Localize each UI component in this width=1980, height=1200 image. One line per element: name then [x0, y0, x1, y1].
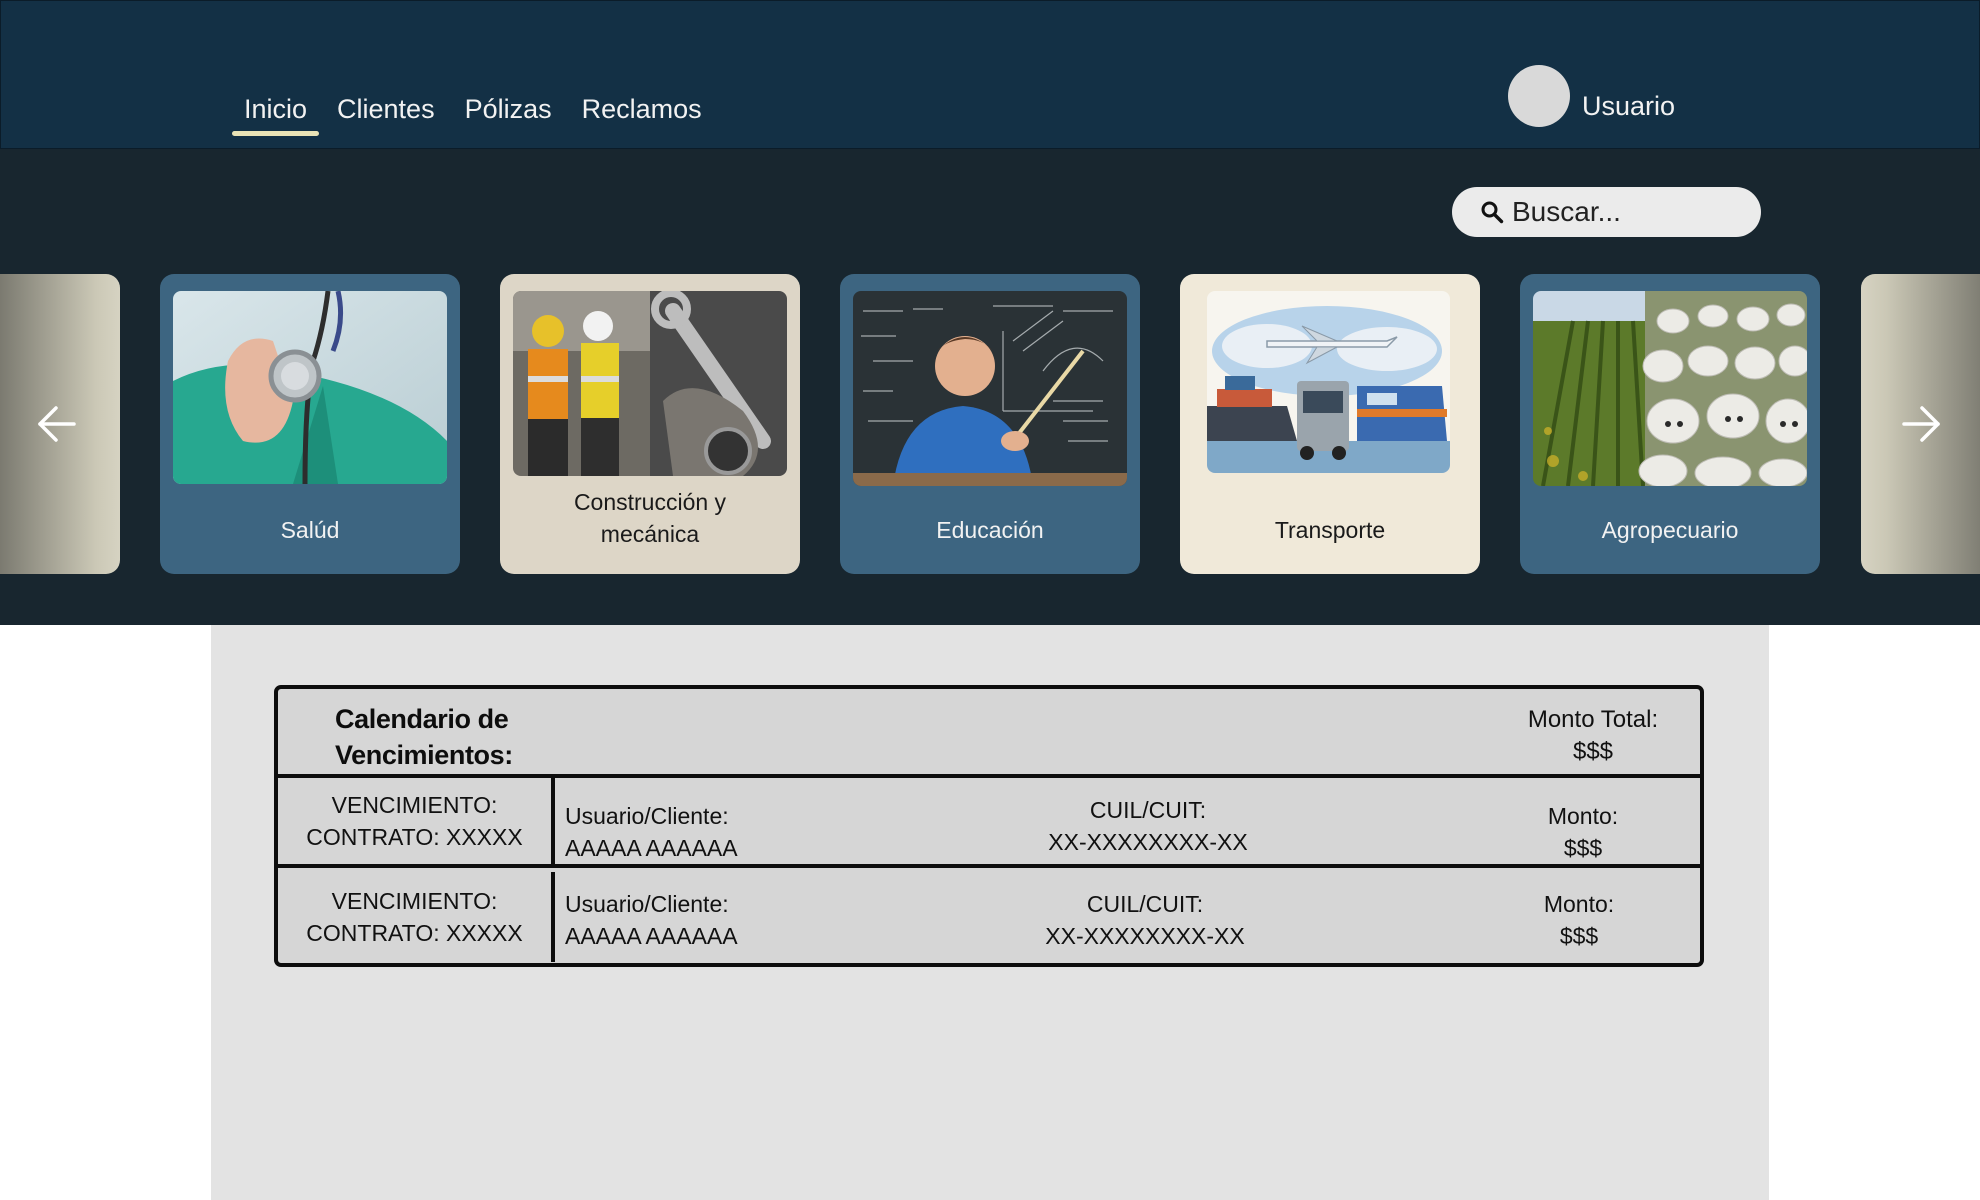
total-value: $$$: [1572, 738, 1614, 765]
category-label: Salúd: [280, 517, 340, 543]
total-amount: Monto Total: $$$: [1508, 704, 1678, 768]
table-row[interactable]: VENCIMIENTO: CONTRATO: XXXXX Usuario/Cli…: [278, 778, 1700, 868]
cuil-cell: CUIL/CUIT: XX-XXXXXXXX-XX: [1020, 888, 1270, 952]
amount-value: $$$: [1559, 923, 1599, 949]
contract-number: CONTRATO: XXXXX: [306, 920, 523, 946]
category-label: Agropecuario: [1601, 517, 1739, 543]
teacher-blackboard-image: [853, 291, 1127, 486]
top-navigation-bar: Inicio Clientes Pólizas Reclamos Usuario: [0, 0, 1980, 149]
category-label: Construcción y mecánica: [573, 489, 727, 547]
main-nav: Inicio Clientes Pólizas Reclamos: [229, 87, 717, 136]
client-label: Usuario/Cliente:: [565, 803, 729, 829]
category-label: Educación: [936, 517, 1044, 543]
cuil-value: XX-XXXXXXXX-XX: [1045, 923, 1245, 949]
amount-value: $$$: [1563, 835, 1603, 861]
arrow-left-icon: [38, 406, 76, 442]
amount-label: Monto:: [1547, 803, 1619, 829]
category-card-salud[interactable]: Salúd: [160, 274, 460, 574]
category-card-educacion[interactable]: Educación: [840, 274, 1140, 574]
calendar-table: Calendario de Vencimientos: Monto Total:…: [274, 685, 1704, 967]
client-cell: Usuario/Cliente: AAAAA AAAAAA: [565, 800, 738, 864]
calendar-title: Calendario de Vencimientos:: [335, 704, 513, 770]
category-label: Transporte: [1274, 517, 1386, 543]
search-input[interactable]: [1512, 196, 1752, 228]
expiry-label: VENCIMIENTO:: [331, 792, 498, 818]
client-value: AAAAA AAAAAA: [565, 835, 738, 861]
expiry-label: VENCIMIENTO:: [331, 888, 498, 914]
search-box[interactable]: [1452, 187, 1761, 237]
client-label: Usuario/Cliente:: [565, 891, 729, 917]
nav-item-polizas[interactable]: Pólizas: [450, 87, 567, 125]
search-icon: [1481, 201, 1504, 224]
carousel-next-button[interactable]: [1861, 274, 1980, 574]
expiry-cell: VENCIMIENTO: CONTRATO: XXXXX: [278, 778, 555, 864]
nav-item-reclamos[interactable]: Reclamos: [567, 87, 717, 125]
cuil-label: CUIL/CUIT:: [1089, 797, 1207, 823]
construction-mechanic-image: [513, 291, 787, 476]
table-row[interactable]: VENCIMIENTO: CONTRATO: XXXXX Usuario/Cli…: [278, 872, 1700, 962]
client-cell: Usuario/Cliente: AAAAA AAAAAA: [565, 888, 738, 952]
carousel-prev-button[interactable]: [0, 274, 120, 574]
user-name[interactable]: Usuario: [1582, 91, 1675, 122]
category-card-transporte[interactable]: Transporte: [1180, 274, 1480, 574]
category-card-agropecuario[interactable]: Agropecuario: [1520, 274, 1820, 574]
contract-number: CONTRATO: XXXXX: [306, 824, 523, 850]
arrow-right-icon: [1901, 406, 1940, 442]
expiry-cell: VENCIMIENTO: CONTRATO: XXXXX: [278, 872, 555, 962]
client-value: AAAAA AAAAAA: [565, 923, 738, 949]
cuil-cell: CUIL/CUIT: XX-XXXXXXXX-XX: [1023, 794, 1273, 858]
agriculture-livestock-image: [1533, 291, 1807, 486]
nav-item-clientes[interactable]: Clientes: [322, 87, 450, 125]
doctor-stethoscope-image: [173, 291, 447, 484]
cuil-value: XX-XXXXXXXX-XX: [1048, 829, 1248, 855]
nav-item-inicio[interactable]: Inicio: [229, 87, 322, 136]
avatar[interactable]: [1508, 65, 1570, 127]
user-menu[interactable]: Usuario: [1508, 65, 1675, 127]
amount-cell: Monto: $$$: [1514, 888, 1644, 952]
category-card-construccion[interactable]: Construcción y mecánica: [500, 274, 800, 574]
transport-image: [1207, 291, 1450, 473]
cuil-label: CUIL/CUIT:: [1086, 891, 1204, 917]
amount-label: Monto:: [1543, 891, 1615, 917]
amount-cell: Monto: $$$: [1518, 800, 1648, 864]
total-label: Monto Total:: [1527, 706, 1659, 733]
calendar-header: Calendario de Vencimientos: Monto Total:…: [278, 689, 1700, 778]
